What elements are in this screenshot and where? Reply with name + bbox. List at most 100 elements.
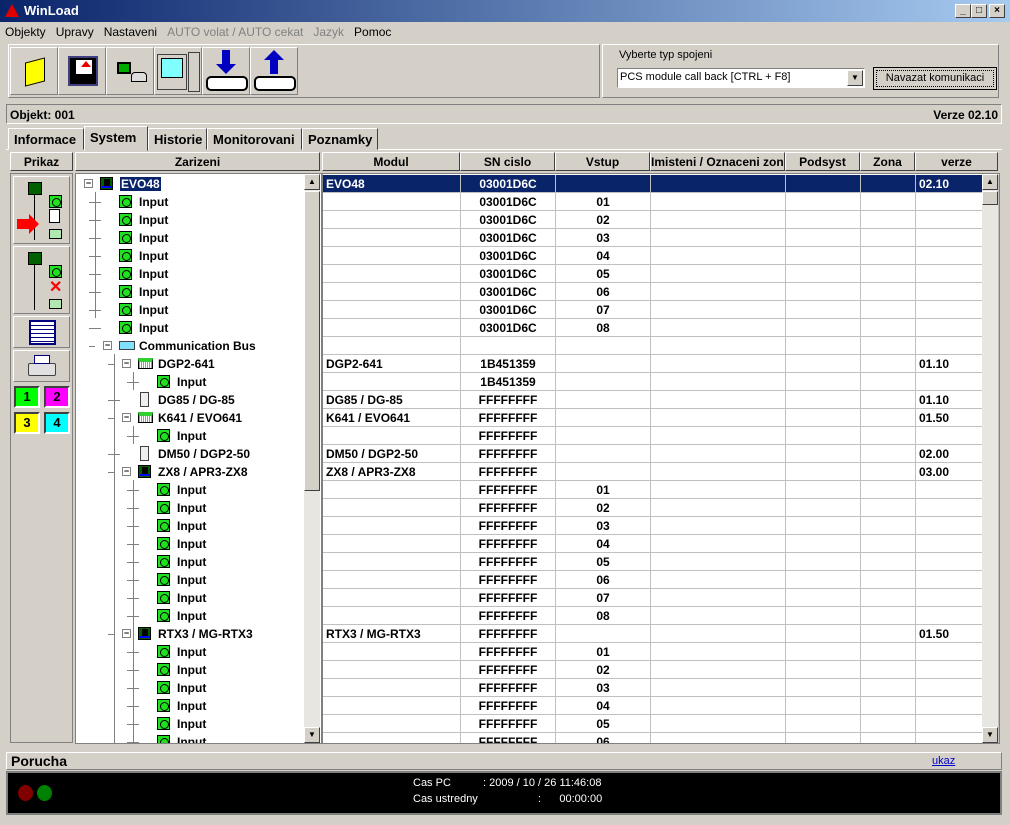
menu-upravy[interactable]: Upravy bbox=[51, 22, 99, 39]
table-row[interactable]: K641 / EVO641 FFFFFFFF 01.50 bbox=[323, 409, 999, 427]
table-row[interactable]: 03001D6C 01 bbox=[323, 193, 999, 211]
tab-historie[interactable]: Historie bbox=[148, 128, 207, 150]
tree-node[interactable]: Input bbox=[76, 481, 306, 499]
table-row[interactable]: 03001D6C 03 bbox=[323, 229, 999, 247]
collapse-icon[interactable]: − bbox=[122, 629, 131, 638]
table-row[interactable]: FFFFFFFF 02 bbox=[323, 661, 999, 679]
tree-node[interactable]: Input bbox=[76, 427, 306, 445]
tree-node[interactable]: Input bbox=[76, 607, 306, 625]
tree-node[interactable]: Input bbox=[76, 229, 306, 247]
column-header-5[interactable]: Zona bbox=[860, 152, 915, 171]
connect-button[interactable]: Navazat komunikaci bbox=[873, 67, 997, 90]
modem-computer-button[interactable] bbox=[106, 47, 154, 95]
tab-informace[interactable]: Informace bbox=[8, 128, 84, 150]
table-row[interactable]: FFFFFFFF 04 bbox=[323, 697, 999, 715]
tree-node[interactable]: Input bbox=[76, 643, 306, 661]
tree-node[interactable]: Input bbox=[76, 373, 306, 391]
table-row[interactable]: 03001D6C 04 bbox=[323, 247, 999, 265]
tree-node[interactable]: Input bbox=[76, 679, 306, 697]
column-header-6[interactable]: verze bbox=[915, 152, 998, 171]
tree-node[interactable]: DG85 / DG-85 bbox=[76, 391, 306, 409]
close-button[interactable]: × bbox=[989, 4, 1005, 18]
table-row[interactable]: FFFFFFFF 06 bbox=[323, 733, 999, 743]
tree-node[interactable]: Input bbox=[76, 265, 306, 283]
table-row[interactable]: 03001D6C 06 bbox=[323, 283, 999, 301]
table-row[interactable]: ZX8 / APR3-ZX8 FFFFFFFF 03.00 bbox=[323, 463, 999, 481]
collapse-icon[interactable]: − bbox=[103, 341, 112, 350]
tree-node[interactable]: Input bbox=[76, 715, 306, 733]
table-row[interactable]: FFFFFFFF 07 bbox=[323, 589, 999, 607]
tree-node[interactable]: Input bbox=[76, 283, 306, 301]
table-row[interactable] bbox=[323, 337, 999, 355]
tree-node[interactable]: Input bbox=[76, 589, 306, 607]
table-row[interactable]: 03001D6C 08 bbox=[323, 319, 999, 337]
column-header-2[interactable]: Vstup bbox=[555, 152, 650, 171]
tree-node[interactable]: Input bbox=[76, 247, 306, 265]
table-row[interactable]: FFFFFFFF 01 bbox=[323, 481, 999, 499]
tree-node[interactable]: − K641 / EVO641 bbox=[76, 409, 306, 427]
column-header-4[interactable]: Podsyst bbox=[785, 152, 860, 171]
computer-button[interactable] bbox=[154, 47, 202, 95]
tree-node[interactable]: Input bbox=[76, 319, 306, 337]
tree-node[interactable]: − Communication Bus bbox=[76, 337, 306, 355]
table-row[interactable]: 1B451359 bbox=[323, 373, 999, 391]
group-1-button[interactable]: 1 bbox=[14, 386, 40, 408]
table-row[interactable]: FFFFFFFF 01 bbox=[323, 643, 999, 661]
print-button[interactable] bbox=[13, 350, 70, 382]
tree-node[interactable]: Input bbox=[76, 301, 306, 319]
tree-node[interactable]: − RTX3 / MG-RTX3 bbox=[76, 625, 306, 643]
table-row[interactable]: RTX3 / MG-RTX3 FFFFFFFF 01.50 bbox=[323, 625, 999, 643]
menu-auto-volat-auto-cekat[interactable]: AUTO volat / AUTO cekat bbox=[162, 22, 308, 39]
tree-node[interactable]: Input bbox=[76, 499, 306, 517]
upload-button[interactable] bbox=[250, 47, 298, 95]
tree-node[interactable]: Input bbox=[76, 697, 306, 715]
scroll-thumb[interactable] bbox=[304, 191, 320, 491]
menu-pomoc[interactable]: Pomoc bbox=[349, 22, 396, 39]
table-row[interactable]: FFFFFFFF 03 bbox=[323, 517, 999, 535]
menu-jazyk[interactable]: Jazyk bbox=[308, 22, 349, 39]
chevron-down-icon[interactable]: ▼ bbox=[847, 70, 863, 86]
table-row[interactable]: 03001D6C 05 bbox=[323, 265, 999, 283]
table-row[interactable]: FFFFFFFF 02 bbox=[323, 499, 999, 517]
table-row[interactable]: DM50 / DGP2-50 FFFFFFFF 02.00 bbox=[323, 445, 999, 463]
group-2-button[interactable]: 2 bbox=[44, 386, 70, 408]
table-row[interactable]: DG85 / DG-85 FFFFFFFF 01.10 bbox=[323, 391, 999, 409]
tree-node[interactable]: − DGP2-641 bbox=[76, 355, 306, 373]
column-header-0[interactable]: Modul bbox=[322, 152, 460, 171]
tree-node[interactable]: Input bbox=[76, 517, 306, 535]
column-header-3[interactable]: Imisteni / Oznaceni zony bbox=[650, 152, 785, 171]
tab-poznamky[interactable]: Poznamky bbox=[302, 128, 378, 150]
scroll-up-icon[interactable]: ▲ bbox=[982, 174, 998, 190]
tree-node[interactable]: Input bbox=[76, 211, 306, 229]
maximize-button[interactable]: □ bbox=[971, 4, 987, 18]
scroll-thumb[interactable] bbox=[982, 191, 998, 205]
menu-nastaveni[interactable]: Nastaveni bbox=[99, 22, 162, 39]
tab-system[interactable]: System bbox=[84, 126, 148, 151]
table-row[interactable]: FFFFFFFF 03 bbox=[323, 679, 999, 697]
remove-module-button[interactable]: ✕ bbox=[13, 246, 70, 314]
collapse-icon[interactable]: − bbox=[122, 467, 131, 476]
menu-objekty[interactable]: Objekty bbox=[0, 22, 51, 39]
table-view-button[interactable] bbox=[13, 316, 70, 348]
scroll-up-icon[interactable]: ▲ bbox=[304, 174, 320, 190]
table-row[interactable]: 03001D6C 07 bbox=[323, 301, 999, 319]
group-3-button[interactable]: 3 bbox=[14, 412, 40, 434]
table-row[interactable]: FFFFFFFF 04 bbox=[323, 535, 999, 553]
tree-node[interactable]: Input bbox=[76, 193, 306, 211]
collapse-icon[interactable]: − bbox=[122, 359, 131, 368]
tree-node[interactable]: Input bbox=[76, 733, 306, 743]
table-row[interactable]: EVO48 03001D6C 02.10 bbox=[323, 175, 999, 193]
show-link[interactable]: ukaz bbox=[932, 755, 955, 767]
table-row[interactable]: DGP2-641 1B451359 01.10 bbox=[323, 355, 999, 373]
scroll-down-icon[interactable]: ▼ bbox=[304, 727, 320, 743]
folder-button[interactable] bbox=[10, 47, 58, 95]
tab-monitorovani[interactable]: Monitorovani bbox=[207, 128, 302, 150]
tree-node[interactable]: − ZX8 / APR3-ZX8 bbox=[76, 463, 306, 481]
table-scrollbar[interactable]: ▲ ▼ bbox=[982, 174, 998, 743]
minimize-button[interactable]: _ bbox=[955, 4, 971, 18]
tree-node[interactable]: Input bbox=[76, 571, 306, 589]
tree-node[interactable]: − EVO48 bbox=[76, 175, 306, 193]
column-header-1[interactable]: SN cislo bbox=[460, 152, 555, 171]
tree-node[interactable]: Input bbox=[76, 553, 306, 571]
collapse-icon[interactable]: − bbox=[122, 413, 131, 422]
